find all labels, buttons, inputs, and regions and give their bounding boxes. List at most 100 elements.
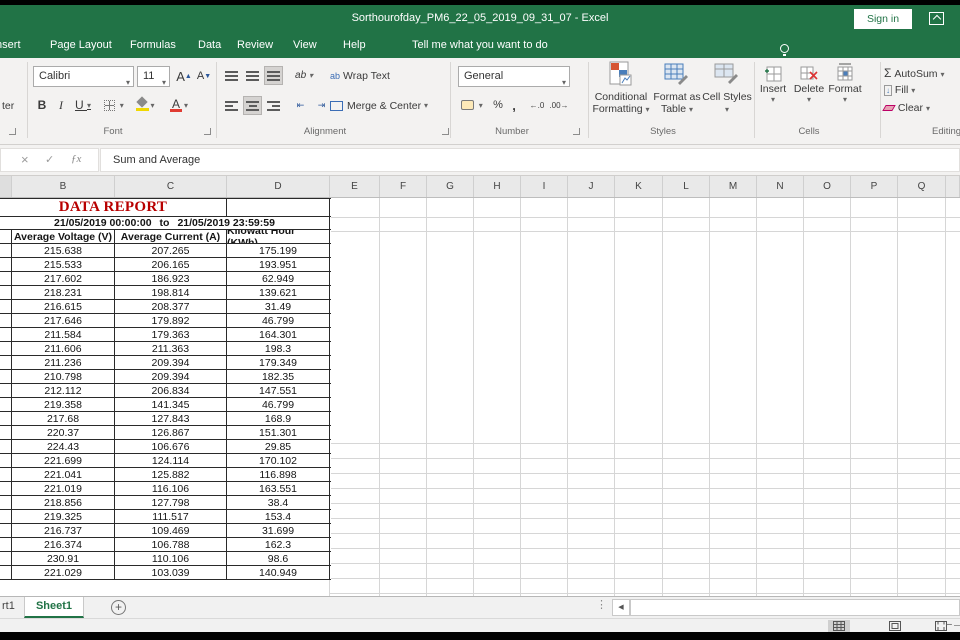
data-cell[interactable]: 221.041 — [12, 468, 115, 481]
number-dialog-launcher-icon[interactable] — [573, 128, 580, 135]
data-cell[interactable]: 139.621 — [227, 286, 330, 299]
data-cell[interactable]: 211.584 — [12, 328, 115, 341]
data-cell[interactable]: 126.867 — [115, 426, 227, 439]
clipped-cell[interactable] — [0, 496, 12, 509]
clipped-cell[interactable] — [0, 286, 12, 299]
page-layout-view-button[interactable] — [884, 620, 906, 632]
format-cells-button[interactable]: Format▾ — [828, 63, 862, 104]
font-color-button[interactable]: A▾ — [163, 96, 193, 114]
data-cell[interactable]: 125.882 — [115, 468, 227, 481]
data-cell[interactable]: 98.6 — [227, 552, 330, 565]
wrap-text-button[interactable]: abWrap Text — [330, 66, 390, 85]
data-cell[interactable]: 109.469 — [115, 524, 227, 537]
data-cell[interactable]: 208.377 — [115, 300, 227, 313]
scrollbar-resize-handle[interactable]: ⋮ — [596, 598, 607, 611]
clipped-cell[interactable] — [0, 426, 12, 439]
clipped-cell[interactable] — [0, 440, 12, 453]
top-align-button[interactable] — [222, 66, 241, 85]
clear-button[interactable]: Clear ▾ — [884, 102, 930, 114]
new-sheet-button[interactable]: + — [111, 600, 126, 615]
decrease-indent-button[interactable]: ⇤ — [291, 96, 310, 115]
clipped-cell[interactable] — [0, 356, 12, 369]
report-table[interactable]: DATA REPORT21/05/2019 00:00:00to21/05/20… — [0, 198, 331, 596]
ribbon-tab-formulas[interactable]: Formulas — [130, 39, 176, 51]
clipped-cell[interactable] — [0, 230, 12, 243]
clipped-cell[interactable] — [0, 454, 12, 467]
data-cell[interactable]: 211.236 — [12, 356, 115, 369]
report-title-cell[interactable]: DATA REPORT — [0, 199, 227, 216]
data-cell[interactable]: 179.892 — [115, 314, 227, 327]
tell-me-box[interactable]: Tell me what you want to do — [390, 39, 548, 51]
clipped-cell[interactable] — [0, 552, 12, 565]
data-cell[interactable]: 198.814 — [115, 286, 227, 299]
data-cell[interactable]: 175.199 — [227, 244, 330, 257]
data-cell[interactable]: 31.699 — [227, 524, 330, 537]
data-cell[interactable]: 193.951 — [227, 258, 330, 271]
sheet-tab-chart1-partial[interactable]: rt1 — [2, 600, 15, 612]
clipped-cell[interactable] — [0, 384, 12, 397]
format-painter-label-fragment[interactable]: ter — [2, 100, 14, 112]
increase-indent-button[interactable]: ⇥ — [312, 96, 331, 115]
data-cell[interactable]: 141.345 — [115, 398, 227, 411]
data-cell[interactable]: 46.799 — [227, 398, 330, 411]
horizontal-scrollbar-track[interactable] — [630, 599, 960, 616]
ribbon-tab-insert[interactable]: Insert — [0, 39, 21, 51]
data-cell[interactable]: 124.114 — [115, 454, 227, 467]
data-cell[interactable]: 182.35 — [227, 370, 330, 383]
data-cell[interactable]: 179.363 — [115, 328, 227, 341]
data-cell[interactable]: 153.4 — [227, 510, 330, 523]
zoom-out-button[interactable]: − — [946, 619, 952, 631]
column-header-L[interactable]: L — [663, 176, 710, 197]
clipped-cell[interactable] — [0, 258, 12, 271]
comma-style-button[interactable]: , — [508, 96, 520, 114]
column-header-F[interactable]: F — [380, 176, 427, 197]
data-cell[interactable]: 217.646 — [12, 314, 115, 327]
data-cell[interactable]: 127.843 — [115, 412, 227, 425]
scroll-left-arrow[interactable]: ◀ — [612, 599, 630, 616]
data-cell[interactable]: 29.85 — [227, 440, 330, 453]
clipped-cell[interactable] — [0, 328, 12, 341]
data-cell[interactable]: 163.551 — [227, 482, 330, 495]
data-cell[interactable]: 207.265 — [115, 244, 227, 257]
column-title-0[interactable]: Average Voltage (V) — [12, 230, 115, 243]
clipped-cell[interactable] — [0, 244, 12, 257]
clipped-cell[interactable] — [0, 524, 12, 537]
data-cell[interactable]: 151.301 — [227, 426, 330, 439]
data-cell[interactable]: 220.37 — [12, 426, 115, 439]
data-cell[interactable]: 224.43 — [12, 440, 115, 453]
ribbon-display-options-icon[interactable] — [929, 12, 944, 25]
data-cell[interactable]: 219.325 — [12, 510, 115, 523]
font-dialog-launcher-icon[interactable] — [204, 128, 211, 135]
bold-button[interactable]: B — [34, 96, 50, 114]
data-cell[interactable]: 106.676 — [115, 440, 227, 453]
clipped-cell[interactable] — [0, 272, 12, 285]
bottom-align-button[interactable] — [264, 66, 283, 85]
clipped-cell[interactable] — [0, 510, 12, 523]
data-cell[interactable]: 116.106 — [115, 482, 227, 495]
data-cell[interactable]: 217.68 — [12, 412, 115, 425]
data-cell[interactable]: 62.949 — [227, 272, 330, 285]
decrease-decimal-button[interactable]: .00→ — [549, 96, 569, 114]
clipped-cell[interactable] — [0, 314, 12, 327]
data-cell[interactable]: 219.358 — [12, 398, 115, 411]
clipped-cell[interactable] — [0, 468, 12, 481]
data-cell[interactable]: 127.798 — [115, 496, 227, 509]
data-cell[interactable]: 218.231 — [12, 286, 115, 299]
data-cell[interactable]: 140.949 — [227, 566, 330, 579]
increase-decimal-button[interactable]: ←.0 — [527, 96, 547, 114]
clipped-cell[interactable] — [0, 300, 12, 313]
column-header-I[interactable]: I — [521, 176, 568, 197]
data-cell[interactable]: 216.737 — [12, 524, 115, 537]
ribbon-tab-page-layout[interactable]: Page Layout — [50, 39, 112, 51]
zoom-slider-track[interactable] — [954, 625, 960, 626]
data-cell[interactable]: 215.638 — [12, 244, 115, 257]
data-cell[interactable]: 212.112 — [12, 384, 115, 397]
increase-font-size-button[interactable]: A▲ — [175, 66, 193, 86]
data-cell[interactable]: 46.799 — [227, 314, 330, 327]
insert-function-icon[interactable]: ƒx — [71, 153, 81, 165]
data-cell[interactable]: 111.517 — [115, 510, 227, 523]
clipboard-dialog-launcher-icon[interactable] — [9, 128, 16, 135]
data-cell[interactable]: 215.533 — [12, 258, 115, 271]
data-cell[interactable]: 217.602 — [12, 272, 115, 285]
column-header-H[interactable]: H — [474, 176, 521, 197]
